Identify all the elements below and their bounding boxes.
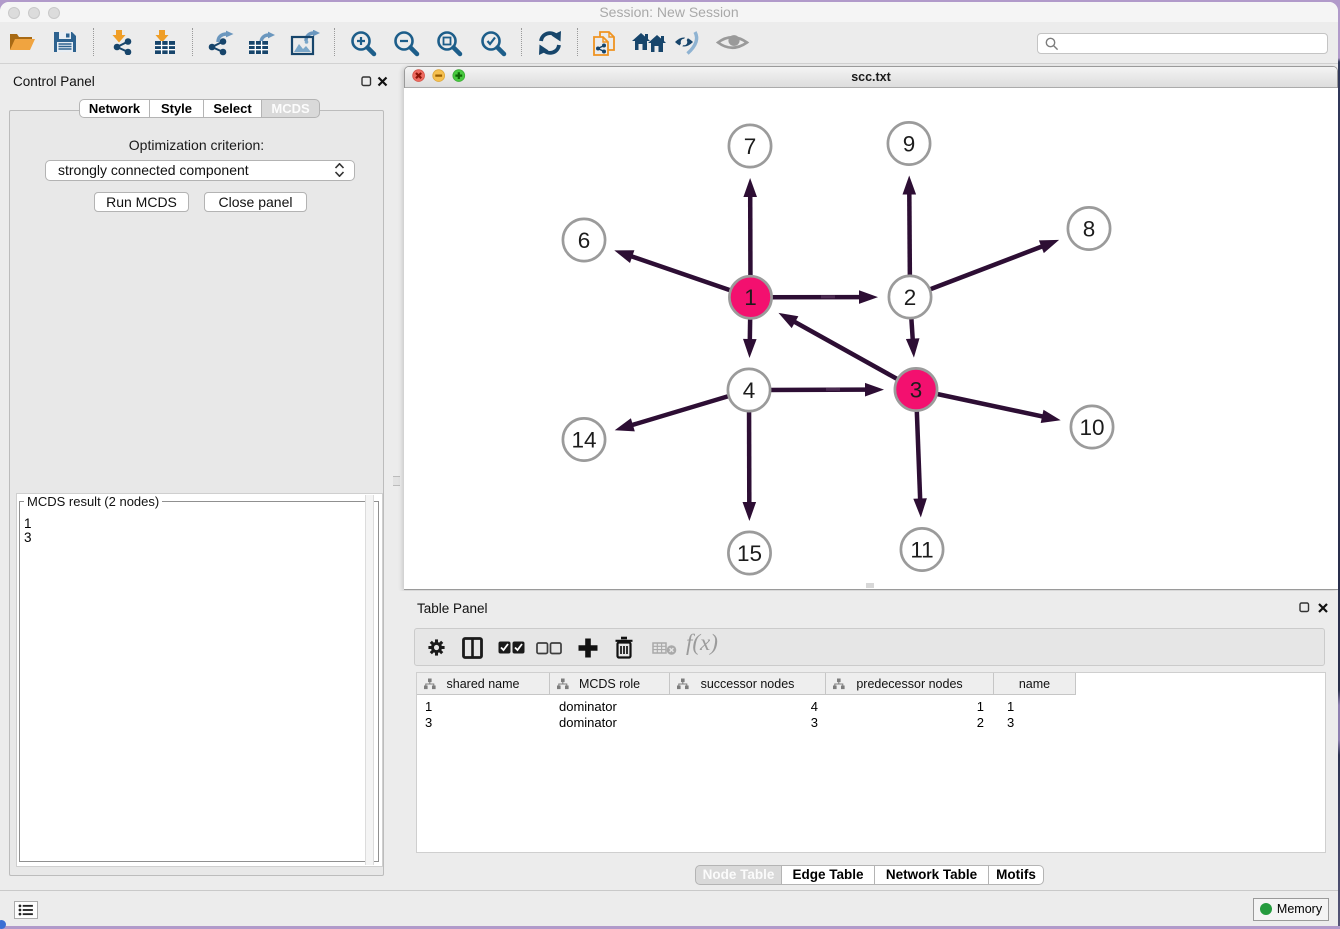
svg-text:8: 8 [1083,216,1096,241]
svg-text:3: 3 [910,377,923,402]
svg-text:9: 9 [903,131,916,156]
svg-text:15: 15 [737,541,762,566]
svg-text:11: 11 [910,537,933,562]
svg-text:4: 4 [743,378,756,403]
svg-text:10: 10 [1079,415,1104,440]
svg-text:2: 2 [904,285,917,310]
svg-text:7: 7 [744,134,757,159]
svg-text:14: 14 [571,427,596,452]
svg-text:6: 6 [578,228,591,253]
svg-text:1: 1 [744,285,757,310]
